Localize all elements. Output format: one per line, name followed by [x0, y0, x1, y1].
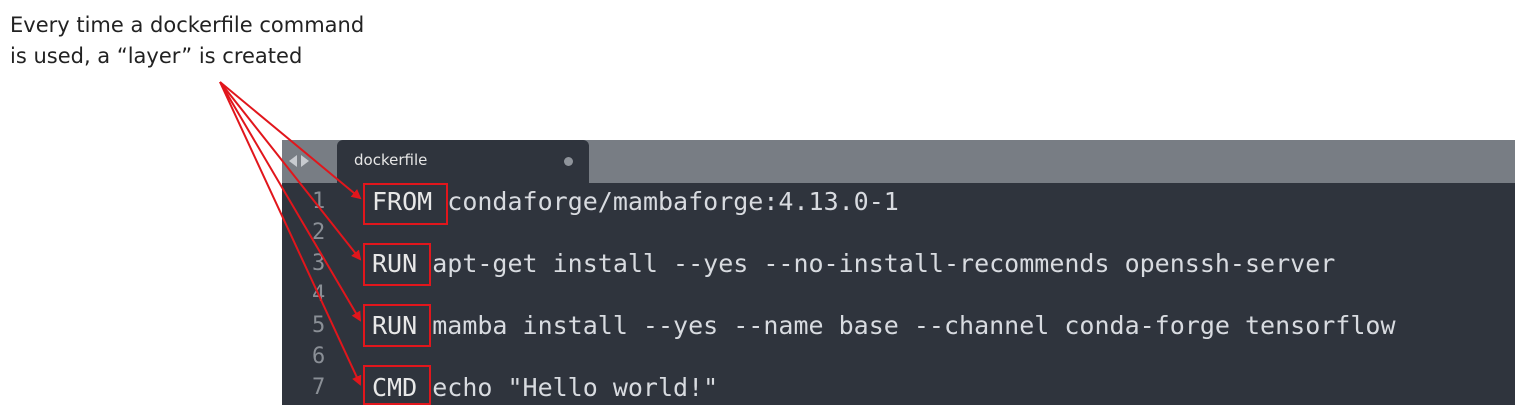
- arrow-to-from: [219, 81, 362, 200]
- arrow-to-run-2: [219, 81, 362, 322]
- annotation-arrows: [219, 81, 362, 386]
